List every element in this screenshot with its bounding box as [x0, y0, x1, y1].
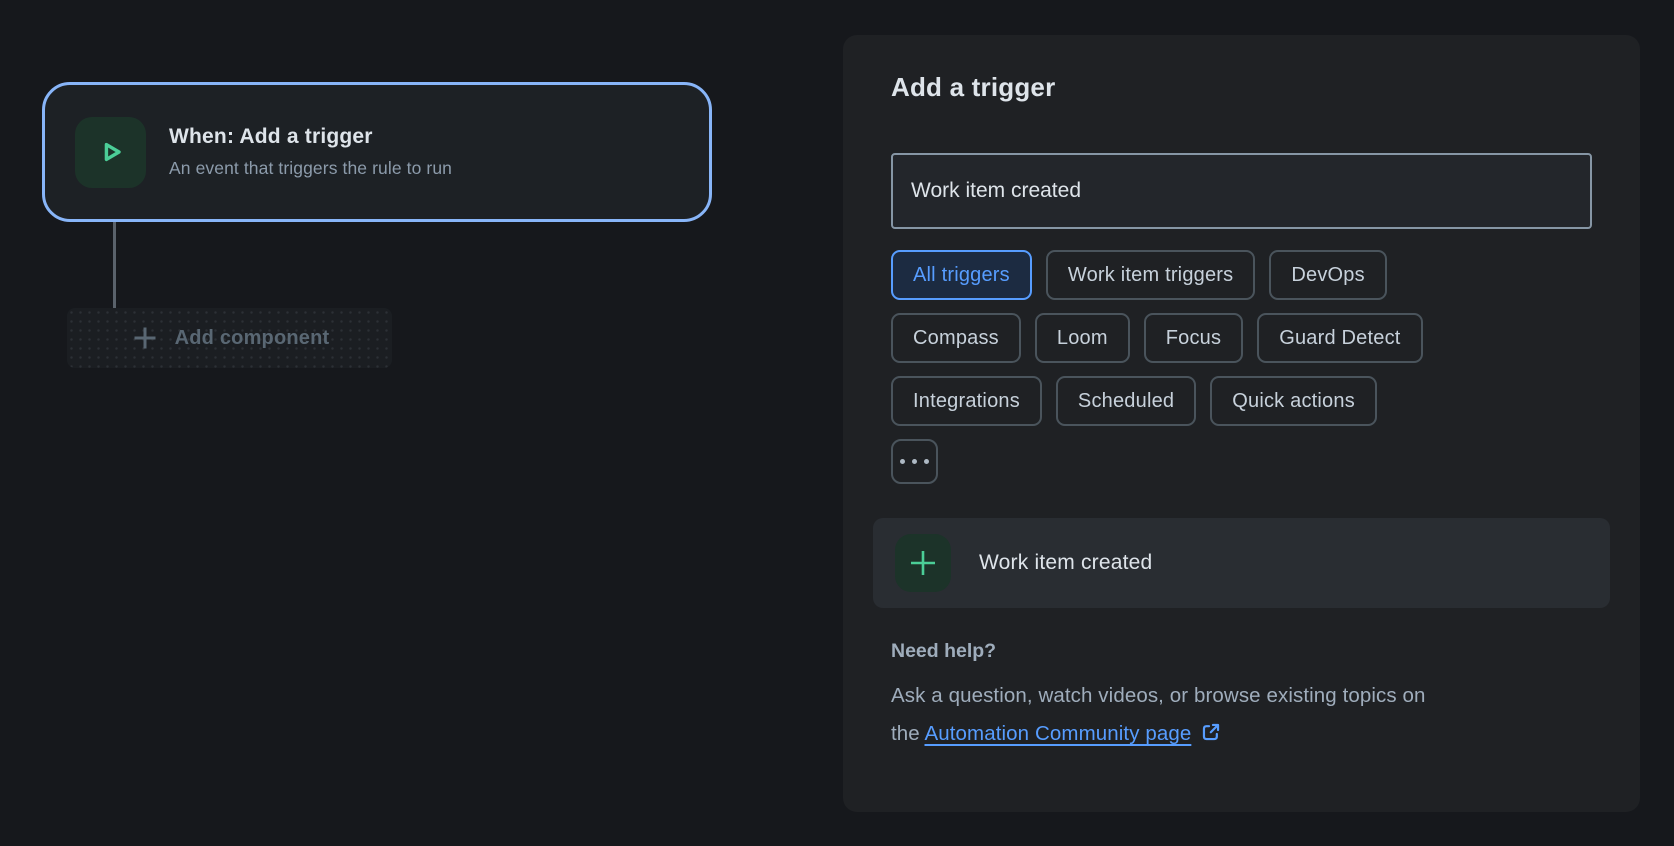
filter-chip-work-item-triggers[interactable]: Work item triggers — [1045, 250, 1256, 300]
trigger-result-label: Work item created — [979, 551, 1153, 574]
trigger-node-text: When: Add a trigger An event that trigge… — [169, 125, 452, 179]
connector-line — [113, 222, 116, 308]
trigger-node-title: When: Add a trigger — [169, 125, 373, 148]
filter-chip-row: All triggers Work item triggers DevOps — [891, 250, 1592, 300]
ellipsis-icon — [900, 459, 929, 464]
trigger-search-input[interactable] — [891, 153, 1592, 229]
automation-community-link[interactable]: Automation Community page — [924, 722, 1191, 745]
more-filters-button[interactable] — [891, 439, 938, 484]
panel-title: Add a trigger — [891, 72, 1056, 102]
filter-chip-loom[interactable]: Loom — [1034, 313, 1130, 363]
need-help-heading: Need help? — [891, 640, 997, 662]
filter-chip-integrations[interactable]: Integrations — [891, 376, 1042, 426]
filter-chip-all-triggers[interactable]: All triggers — [891, 250, 1032, 300]
help-text-line1: Ask a question, watch videos, or browse … — [891, 684, 1426, 707]
add-component-label: Add component — [174, 326, 330, 349]
help-text: Ask a question, watch videos, or browse … — [891, 677, 1592, 756]
filter-chip-compass[interactable]: Compass — [891, 313, 1021, 363]
filter-chip-row: Integrations Scheduled Quick actions — [891, 376, 1592, 426]
filter-chip-focus[interactable]: Focus — [1143, 313, 1244, 363]
trigger-node-subtitle: An event that triggers the rule to run — [169, 158, 452, 178]
plus-icon — [134, 327, 156, 349]
filter-chip-scheduled[interactable]: Scheduled — [1055, 376, 1197, 426]
help-text-line2-prefix: the — [891, 722, 920, 745]
add-trigger-panel: Add a trigger All triggers Work item tri… — [843, 35, 1640, 812]
filter-chips: All triggers Work item triggers DevOps C… — [891, 250, 1592, 426]
filter-chip-devops[interactable]: DevOps — [1269, 250, 1387, 300]
filter-chip-quick-actions[interactable]: Quick actions — [1210, 376, 1377, 426]
filter-chip-guard-detect[interactable]: Guard Detect — [1257, 313, 1423, 363]
filter-chip-row: Compass Loom Focus Guard Detect — [891, 313, 1592, 363]
add-trigger-plus-icon — [895, 534, 951, 592]
add-component-button[interactable]: Add component — [67, 308, 392, 368]
trigger-result-work-item-created[interactable]: Work item created — [873, 518, 1610, 608]
play-icon — [75, 116, 146, 188]
external-link-icon — [1200, 718, 1222, 756]
trigger-node[interactable]: When: Add a trigger An event that trigge… — [42, 82, 712, 222]
